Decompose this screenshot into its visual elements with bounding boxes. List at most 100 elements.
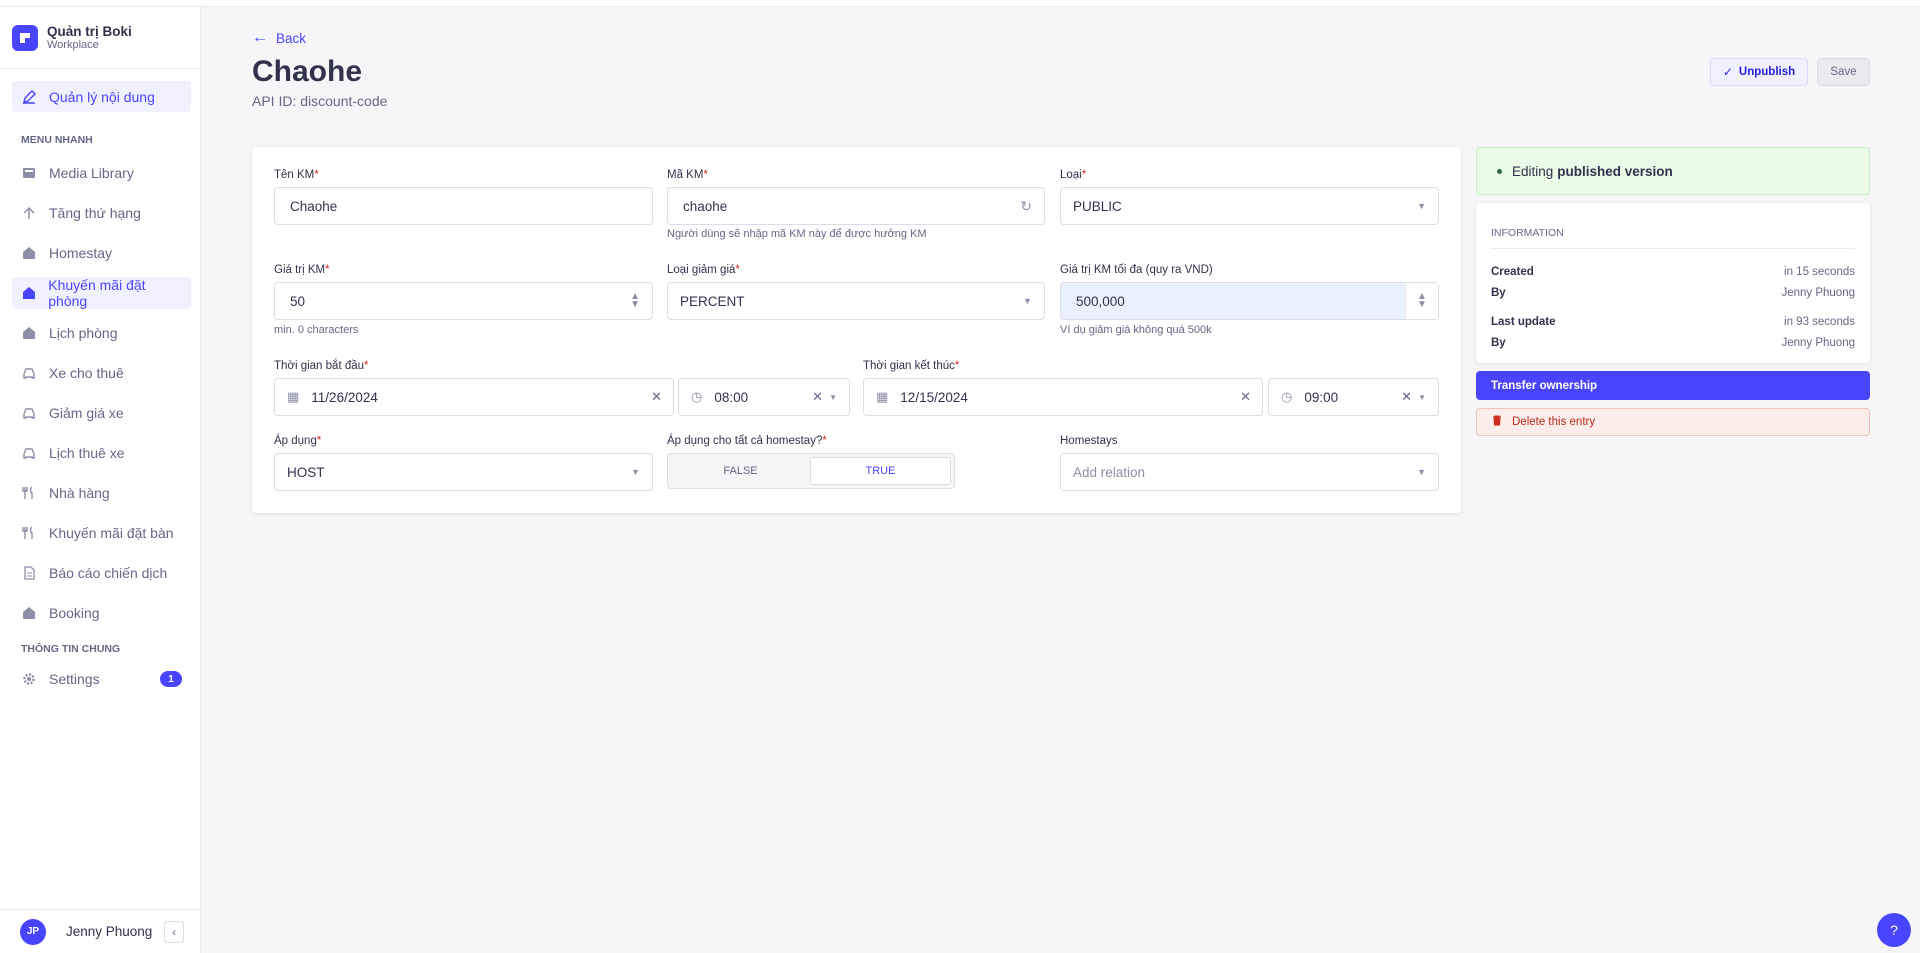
updated-by-label: By [1491,336,1506,349]
sidebar-section-general-info: THÔNG TIN CHUNG [21,643,121,655]
information-title: INFORMATION [1491,203,1855,249]
gia-tri-toi-da-value: 500,000 [1076,293,1125,309]
image-icon [21,165,37,181]
loai-value: PUBLIC [1073,198,1122,214]
ap-dung-value: HOST [287,464,325,480]
refresh-icon[interactable]: ↻ [1020,198,1032,215]
back-link[interactable]: ← Back [252,29,306,47]
ma-km-hint: Người dùng sẽ nhập mã KM này để được hưở… [667,228,927,240]
gia-tri-toi-da-label: Giá trị KM tối đa (quy ra VND) [1060,264,1213,276]
help-button[interactable]: ? [1877,913,1911,947]
loai-select[interactable]: PUBLIC ▼ [1060,187,1439,225]
clear-icon[interactable]: ✕ [812,389,823,405]
gia-tri-toi-da-hint: Ví dụ giảm giá không quá 500k [1060,324,1212,336]
document-icon [21,565,37,581]
sidebar-item-lich-phong[interactable]: Lịch phòng [12,317,191,349]
loai-giam-gia-value: PERCENT [680,293,745,309]
updated-by-value: Jenny Phuong [1781,336,1855,349]
sidebar-item-khuyen-mai-dat-ban[interactable]: Khuyến mãi đặt bàn [12,517,191,549]
sidebar-item-booking[interactable]: Booking [12,597,191,629]
avatar[interactable]: JP [20,918,46,945]
sidebar-item-lich-thue-xe[interactable]: Lịch thuê xe [12,437,191,469]
save-button[interactable]: Save [1817,58,1870,86]
sidebar-item-label: Khuyến mãi đặt bàn [49,525,174,541]
created-label: Created [1491,265,1534,278]
start-date-input[interactable]: ▦ 11/26/2024 ✕ [274,378,674,416]
loai-giam-gia-label: Loại giảm giá* [667,264,740,276]
caret-down-icon: ▼ [1417,201,1426,211]
sidebar-item-bao-cao-chien-dich[interactable]: Báo cáo chiến dịch [12,557,191,589]
start-time-label: Thời gian bắt đầu* [274,360,369,372]
sidebar-item-label: Booking [49,605,100,621]
house-icon [21,605,37,621]
brand-title: Quản trị Boki [47,24,132,39]
caret-down-icon: ▼ [1418,392,1426,402]
sidebar-item-giam-gia-xe[interactable]: Giảm giá xe [12,397,191,429]
publish-status: Editing published version [1476,147,1870,195]
brand-subtitle: Workplace [47,39,99,51]
toggle-true[interactable]: TRUE [810,457,951,485]
status-text: published version [1557,163,1673,179]
created-by-value: Jenny Phuong [1781,286,1855,299]
edit-form: Tên KM* Chaohe Mã KM* chaohe ↻ Người dùn… [252,147,1461,513]
ma-km-value: chaohe [683,198,728,214]
created-row: Created in 15 seconds [1491,261,1855,282]
calendar-icon: ▦ [876,389,889,404]
sidebar-item-content-manager[interactable]: Quản lý nội dung [12,81,191,112]
sidebar-item-label: Media Library [49,165,134,181]
sidebar-item-khuyen-mai-dat-phong[interactable]: Khuyến mãi đặt phòng [12,277,191,309]
sidebar-item-settings[interactable]: Settings 1 [12,663,191,695]
end-date-input[interactable]: ▦ 12/15/2024 ✕ [863,378,1263,416]
stepper-icon[interactable]: ▲ ▼ [1405,283,1438,319]
sidebar-item-homestay[interactable]: Homestay [12,237,191,269]
caret-down-icon: ▼ [1417,467,1426,477]
updated-label: Last update [1491,315,1556,328]
ma-km-label: Mã KM* [667,169,708,181]
sidebar-item-label: Giảm giá xe [49,405,124,421]
unpublish-button[interactable]: ✓ Unpublish [1710,58,1808,86]
check-icon: ✓ [1722,65,1733,79]
house-icon [21,285,36,301]
ap-dung-label: Áp dụng* [274,435,322,447]
back-label: Back [276,30,307,46]
gear-icon [21,671,37,687]
ap-dung-select[interactable]: HOST ▼ [274,453,653,491]
stepper-icon[interactable]: ▲ ▼ [630,292,640,310]
sidebar-item-nha-hang[interactable]: Nhà hàng [12,477,191,509]
caret-down-icon: ▼ [829,392,837,402]
homestays-relation-select[interactable]: Add relation ▼ [1060,453,1439,491]
ma-km-input[interactable]: chaohe ↻ [667,187,1045,225]
toggle-false[interactable]: FALSE [671,457,810,485]
clear-icon[interactable]: ✕ [651,389,662,405]
sidebar-item-label: Xe cho thuê [49,365,124,381]
sidebar-section-quick-menu: MENU NHANH [21,134,93,146]
clear-icon[interactable]: ✕ [1401,389,1412,405]
sidebar-item-label: Khuyến mãi đặt phòng [48,277,146,309]
clock-icon: ◷ [1281,389,1293,404]
end-time-input[interactable]: ◷ 09:00 ✕ ▼ [1268,378,1439,416]
clear-icon[interactable]: ✕ [1240,389,1251,405]
page-title: Chaohe [252,55,363,88]
sidebar-item-xe-cho-thue[interactable]: Xe cho thuê [12,357,191,389]
sidebar: Quản trị Boki Workplace Quản lý nội dung… [0,7,201,953]
sidebar-item-label: Tăng thứ hạng [49,205,141,221]
gia-tri-km-input[interactable]: 50 ▲ ▼ [274,282,653,320]
sidebar-item-tang-thu-hang[interactable]: Tăng thứ hạng [12,197,191,229]
start-time-input[interactable]: ◷ 08:00 ✕ ▼ [678,378,850,416]
brand: Quản trị Boki Workplace [0,7,200,69]
created-value: in 15 seconds [1784,265,1855,278]
gia-tri-toi-da-input[interactable]: 500,000 ▲ ▼ [1060,282,1439,320]
sidebar-footer: JP Jenny Phuong ‹ [0,909,200,953]
trash-icon [1492,415,1502,429]
delete-entry-button[interactable]: Delete this entry [1476,408,1870,436]
transfer-ownership-button[interactable]: Transfer ownership [1476,371,1870,400]
homestays-placeholder: Add relation [1073,464,1146,480]
ten-km-input[interactable]: Chaohe [274,187,653,225]
api-id: API ID: discount-code [252,93,388,109]
updated-by-row: By Jenny Phuong [1491,332,1855,353]
collapse-sidebar-button[interactable]: ‹ [164,920,184,943]
sidebar-item-media-library[interactable]: Media Library [12,157,191,189]
created-by-row: By Jenny Phuong [1491,282,1855,303]
loai-giam-gia-select[interactable]: PERCENT ▼ [667,282,1045,320]
sidebar-item-label: Settings [49,671,100,687]
